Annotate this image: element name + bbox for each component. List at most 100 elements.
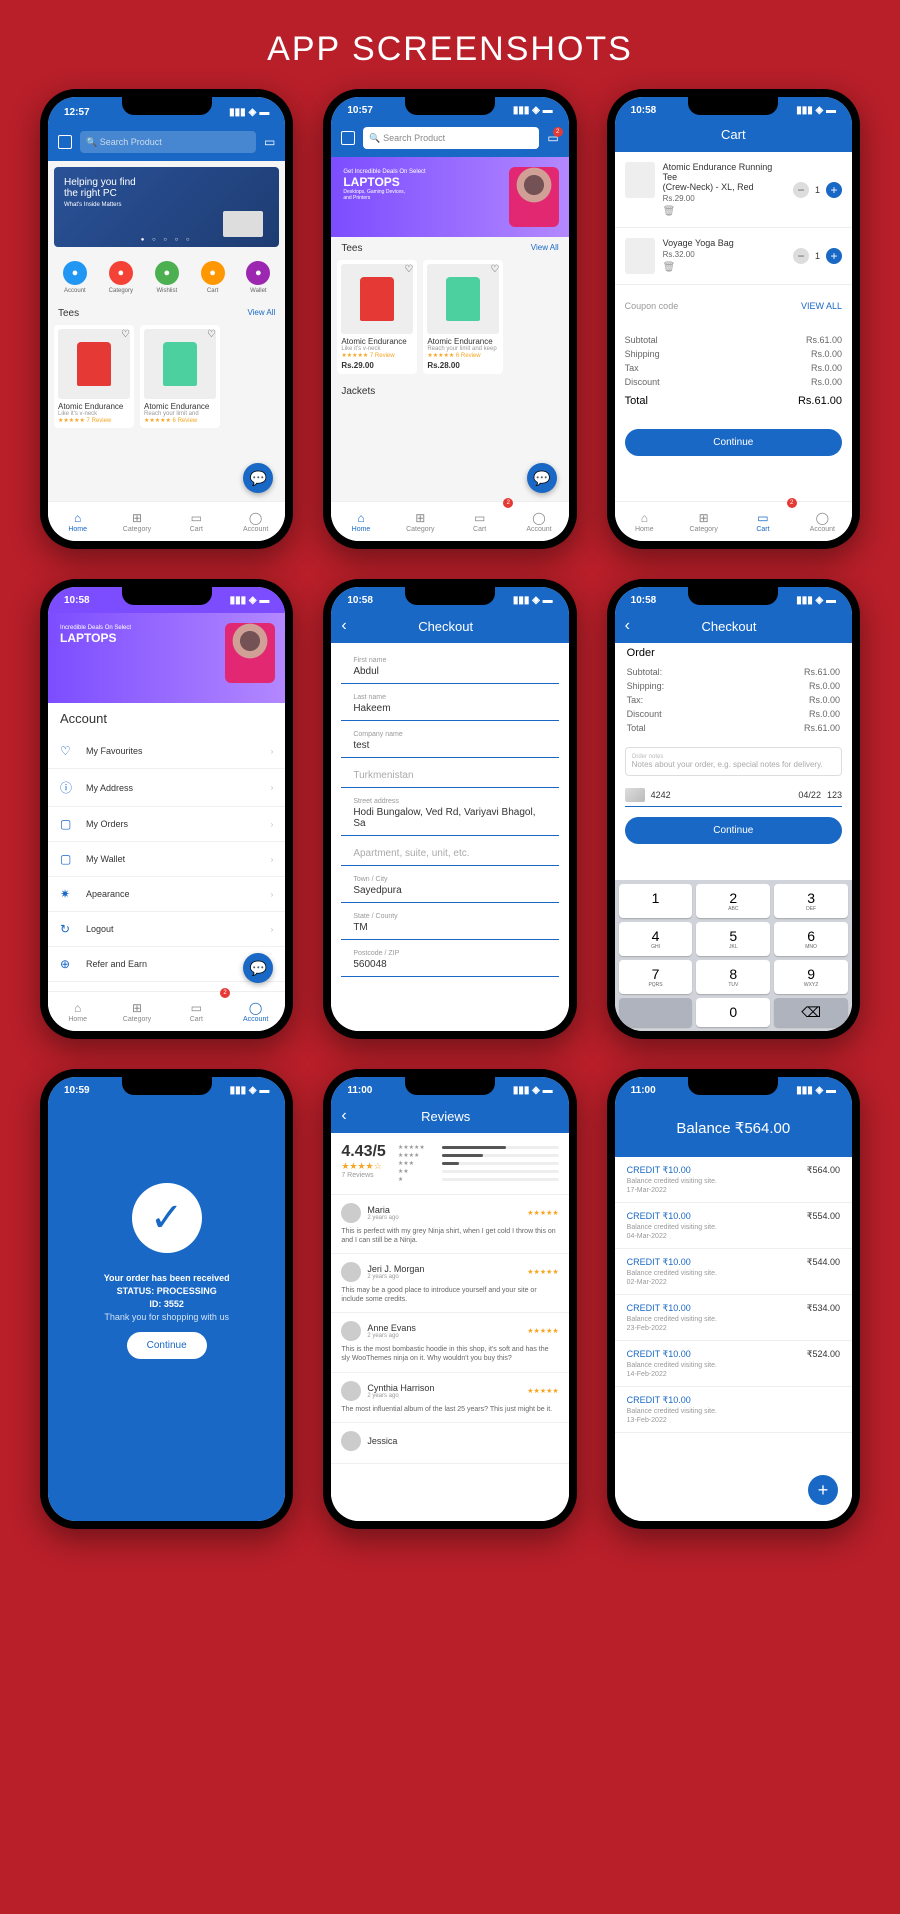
- coupon-row[interactable]: Coupon codeVIEW ALL: [615, 291, 852, 321]
- quick-link[interactable]: ●Wishlist: [155, 261, 179, 294]
- product-card[interactable]: ♡Atomic EnduranceReach your limit and★★★…: [140, 325, 220, 428]
- chat-fab[interactable]: 💬: [527, 463, 557, 493]
- keypad-key[interactable]: 5JKL: [696, 922, 770, 956]
- form-field[interactable]: Company nametest: [341, 725, 558, 758]
- phone-checkout-form: 10:58▮▮▮ ◈ ▬ ‹Checkout First nameAbdulLa…: [323, 579, 576, 1039]
- chevron-right-icon: ›: [271, 890, 274, 899]
- qty-plus[interactable]: +: [826, 182, 842, 198]
- nav-account[interactable]: ◯Account: [226, 992, 285, 1031]
- keypad-key[interactable]: ⌫: [774, 998, 848, 1027]
- continue-button[interactable]: Continue: [625, 817, 842, 844]
- product-card[interactable]: ♡Atomic EnduranceLike it's v-neck★★★★★ 7…: [337, 260, 417, 374]
- quick-link[interactable]: ●Wallet: [246, 261, 270, 294]
- card-input[interactable]: 424204/22123: [625, 784, 842, 807]
- phone-account: 10:58▮▮▮ ◈ ▬ Incredible Deals On Select …: [40, 579, 293, 1039]
- account-row[interactable]: ℗Reward Points›: [48, 982, 285, 991]
- scan-icon[interactable]: [341, 131, 355, 145]
- product-card[interactable]: ♡Atomic EnduranceReach your limit and ke…: [423, 260, 503, 374]
- search-input[interactable]: 🔍 Search Product: [80, 131, 256, 153]
- phone-wallet: 11:00▮▮▮ ◈ ▬ Balance ₹564.00 CREDIT ₹10.…: [607, 1069, 860, 1529]
- heart-icon[interactable]: ♡: [207, 329, 216, 340]
- keypad-key[interactable]: 1: [619, 884, 693, 918]
- nav-home[interactable]: ⌂Home: [48, 502, 107, 541]
- account-row[interactable]: ▢My Orders›: [48, 807, 285, 842]
- back-icon[interactable]: ‹: [341, 617, 346, 635]
- qty-minus[interactable]: −: [793, 182, 809, 198]
- nav-cart[interactable]: ▭Cart: [167, 502, 226, 541]
- heart-icon[interactable]: ♡: [404, 264, 413, 275]
- hero-banner[interactable]: Get Incredible Deals On Select LAPTOPS D…: [331, 157, 568, 237]
- form-field[interactable]: Town / CitySayedpura: [341, 870, 558, 903]
- product-card[interactable]: ♡Atomic EnduranceLike it's v-neck★★★★★ 7…: [54, 325, 134, 428]
- search-input[interactable]: 🔍 Search Product: [363, 127, 539, 149]
- account-row[interactable]: ✷Apearance›: [48, 877, 285, 912]
- nav-cart[interactable]: ▭2Cart: [167, 992, 226, 1031]
- nav-category[interactable]: ⊞Category: [674, 502, 733, 541]
- account-row[interactable]: ▢My Wallet›: [48, 842, 285, 877]
- account-row[interactable]: ↻Logout›: [48, 912, 285, 947]
- nav-category[interactable]: ⊞Category: [107, 992, 166, 1031]
- keypad-key[interactable]: 3DEF: [774, 884, 848, 918]
- form-field[interactable]: Turkmenistan: [341, 762, 558, 788]
- nav-home[interactable]: ⌂Home: [615, 502, 674, 541]
- nav-cart[interactable]: ▭2Cart: [733, 502, 792, 541]
- form-field[interactable]: Apartment, suite, unit, etc.: [341, 840, 558, 866]
- scan-icon[interactable]: [58, 135, 72, 149]
- nav-home[interactable]: ⌂Home: [331, 502, 390, 541]
- order-notes[interactable]: Order notesNotes about your order, e.g. …: [625, 747, 842, 776]
- keypad-key[interactable]: [619, 998, 693, 1027]
- trash-icon[interactable]: 🗑: [663, 206, 785, 217]
- continue-button[interactable]: Continue: [625, 429, 842, 456]
- account-row[interactable]: ⓘMy Address›: [48, 769, 285, 807]
- hero-banner: Incredible Deals On Select LAPTOPS: [48, 613, 285, 703]
- numeric-keypad: 12ABC3DEF 4GHI5JKL6MNO 7PQRS8TUV9WXYZ0⌫: [615, 880, 852, 1031]
- cart-icon[interactable]: ▭: [264, 135, 275, 149]
- quick-link[interactable]: ●Cart: [201, 261, 225, 294]
- rating-summary: 4.43/5 ★★★★☆ 7 Reviews ★★★★★★★★★★★★★★★: [331, 1133, 568, 1195]
- back-icon[interactable]: ‹: [625, 617, 630, 635]
- trash-icon[interactable]: 🗑: [663, 262, 785, 273]
- wallet-row: CREDIT ₹10.00₹554.00Balance credited vis…: [615, 1203, 852, 1249]
- view-all-link[interactable]: View All: [531, 243, 559, 254]
- nav-category[interactable]: ⊞Category: [107, 502, 166, 541]
- form-field[interactable]: First nameAbdul: [341, 651, 558, 684]
- back-icon[interactable]: ‹: [341, 1107, 346, 1125]
- keypad-key[interactable]: 0: [696, 998, 770, 1027]
- row-icon: ✷: [60, 887, 76, 901]
- keypad-key[interactable]: 6MNO: [774, 922, 848, 956]
- quick-link[interactable]: ●Account: [63, 261, 87, 294]
- add-fab[interactable]: +: [808, 1475, 838, 1505]
- nav-category[interactable]: ⊞Category: [391, 502, 450, 541]
- qty-minus[interactable]: −: [793, 248, 809, 264]
- heart-icon[interactable]: ♡: [121, 329, 130, 340]
- section-header: TeesView All: [48, 302, 285, 325]
- hero-banner[interactable]: Helping you find the right PC What's Ins…: [54, 167, 279, 247]
- form-field[interactable]: Street addressHodi Bungalow, Ved Rd, Var…: [341, 792, 558, 836]
- view-all-link[interactable]: View All: [247, 308, 275, 319]
- form-field[interactable]: State / CountyTM: [341, 907, 558, 940]
- grid-icon: ⊞: [132, 511, 142, 525]
- wallet-row: CREDIT ₹10.00₹534.00Balance credited vis…: [615, 1295, 852, 1341]
- quick-link[interactable]: ●Category: [109, 261, 133, 294]
- form-field[interactable]: Last nameHakeem: [341, 688, 558, 721]
- keypad-key[interactable]: 7PQRS: [619, 960, 693, 994]
- qty-plus[interactable]: +: [826, 248, 842, 264]
- keypad-key[interactable]: 4GHI: [619, 922, 693, 956]
- row-icon: ▢: [60, 852, 76, 866]
- keypad-key[interactable]: 8TUV: [696, 960, 770, 994]
- cart-icon[interactable]: ▭2: [547, 131, 558, 145]
- nav-cart[interactable]: ▭2Cart: [450, 502, 509, 541]
- review-item: Cynthia Harrison2 years ago★★★★★The most…: [331, 1373, 568, 1423]
- phone-home-2: 10:57▮▮▮ ◈ ▬ 🔍 Search Product ▭2 Get Inc…: [323, 89, 576, 549]
- nav-account[interactable]: ◯Account: [226, 502, 285, 541]
- nav-home[interactable]: ⌂Home: [48, 992, 107, 1031]
- totals: SubtotalRs.61.00 ShippingRs.0.00 TaxRs.0…: [615, 323, 852, 419]
- nav-account[interactable]: ◯Account: [793, 502, 852, 541]
- keypad-key[interactable]: 2ABC: [696, 884, 770, 918]
- continue-button[interactable]: Continue: [127, 1332, 207, 1359]
- account-row[interactable]: ♡My Favourites›: [48, 734, 285, 769]
- form-field[interactable]: Postcode / ZIP560048: [341, 944, 558, 977]
- heart-icon[interactable]: ♡: [490, 264, 499, 275]
- nav-account[interactable]: ◯Account: [509, 502, 568, 541]
- keypad-key[interactable]: 9WXYZ: [774, 960, 848, 994]
